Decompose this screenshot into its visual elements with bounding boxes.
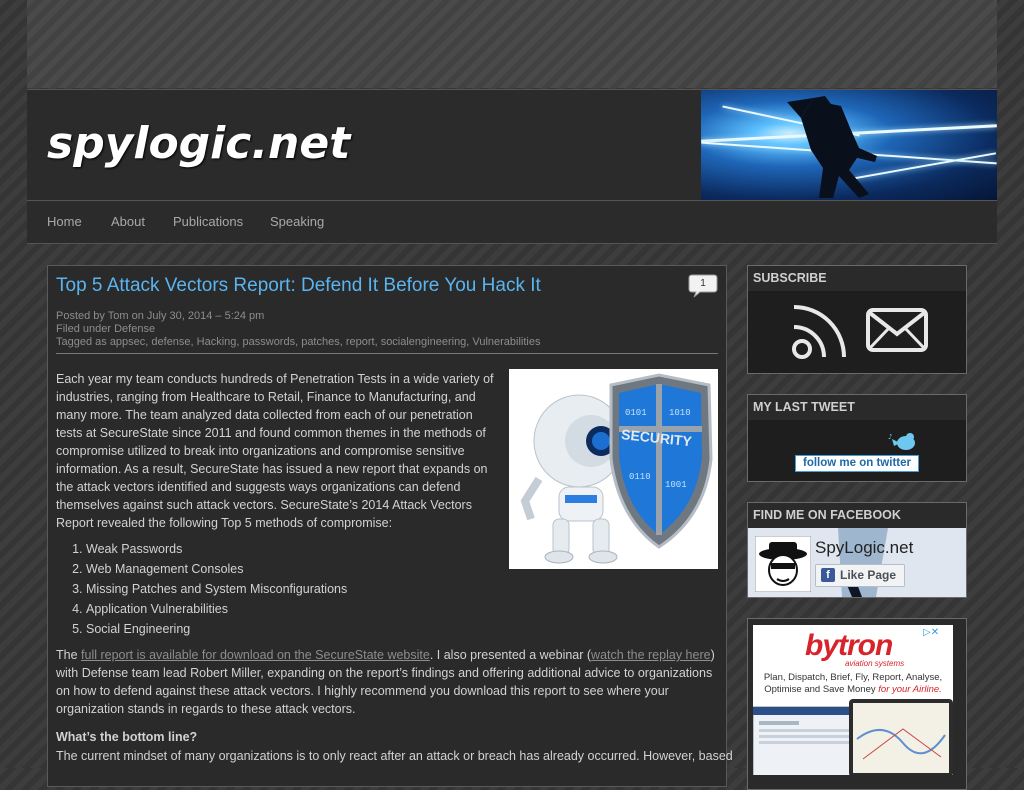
post-intro-paragraph: Each year my team conducts hundreds of P… bbox=[56, 372, 494, 530]
ad-brand-logo: bytron bbox=[805, 629, 893, 662]
nav-item-speaking[interactable]: Speaking bbox=[270, 214, 324, 229]
webinar-replay-link[interactable]: watch the replay here bbox=[591, 648, 711, 662]
list-item: Web Management Consoles bbox=[86, 559, 347, 579]
advertisement-widget: bytron aviation systems ▷✕ Plan, Dispatc… bbox=[747, 618, 967, 790]
site-logo[interactable]: spylogic.net bbox=[47, 118, 350, 169]
list-item: Missing Patches and System Misconfigurat… bbox=[86, 579, 347, 599]
robot-shield-illustration: SECURITY 0101 1010 0110 1001 bbox=[520, 373, 713, 564]
main-nav: Home About Publications Speaking bbox=[27, 201, 997, 244]
attack-vectors-list: Weak Passwords Web Management Consoles M… bbox=[56, 539, 347, 639]
avatar bbox=[755, 536, 811, 592]
widget-title: SUBSCRIBE bbox=[753, 271, 827, 285]
post-paragraph-bottom-line: The current mindset of many organization… bbox=[56, 749, 733, 763]
ad-text-line: Plan, Dispatch, Brief, Fly, Report, Anal… bbox=[763, 672, 943, 683]
post-tags: Tagged as appsec, defense, Hacking, pass… bbox=[56, 336, 541, 348]
spy-silhouette-icon bbox=[787, 96, 877, 198]
facebook-page-name[interactable]: SpyLogic.net bbox=[815, 538, 913, 558]
widget-title: FIND ME ON FACEBOOK bbox=[753, 508, 901, 522]
ad-brand-subtitle: aviation systems bbox=[845, 659, 905, 668]
facebook-page-box[interactable]: SpyLogic.net f Like Page bbox=[748, 528, 966, 597]
nav-item-home[interactable]: Home bbox=[47, 214, 82, 229]
last-tweet-widget: MY LAST TWEET ♪ follow me on twitter bbox=[747, 394, 967, 482]
post-category: Filed under Defense bbox=[56, 323, 156, 335]
email-icon[interactable] bbox=[866, 308, 928, 354]
like-button-label: Like Page bbox=[840, 568, 897, 582]
nav-item-publications[interactable]: Publications bbox=[173, 214, 243, 229]
facebook-widget: FIND ME ON FACEBOOK SpyLogic.net f Like … bbox=[747, 502, 967, 598]
post-title[interactable]: Top 5 Attack Vectors Report: Defend It B… bbox=[56, 275, 541, 297]
bytron-ad[interactable]: bytron aviation systems ▷✕ Plan, Dispatc… bbox=[753, 625, 953, 775]
list-item: Weak Passwords bbox=[86, 539, 347, 559]
subscribe-widget: SUBSCRIBE bbox=[747, 265, 967, 374]
svg-text:0110: 0110 bbox=[629, 472, 651, 482]
comment-count: 1 bbox=[700, 278, 706, 289]
facebook-icon: f bbox=[821, 568, 835, 582]
header-banner-image bbox=[701, 90, 997, 200]
top-band bbox=[27, 0, 997, 88]
ad-choices-icon[interactable]: ▷✕ bbox=[923, 627, 939, 638]
security-robot-image: SECURITY 0101 1010 0110 1001 bbox=[509, 369, 718, 569]
rss-icon[interactable] bbox=[790, 301, 850, 361]
nav-item-about[interactable]: About bbox=[111, 214, 145, 229]
section-heading: What’s the bottom line? bbox=[56, 730, 198, 744]
list-item: Social Engineering bbox=[86, 619, 347, 639]
ad-software-screenshot bbox=[753, 699, 953, 775]
facebook-like-button[interactable]: f Like Page bbox=[815, 564, 905, 587]
blog-post: Top 5 Attack Vectors Report: Defend It B… bbox=[47, 265, 733, 787]
comment-count-bubble[interactable]: 1 bbox=[688, 274, 718, 298]
svg-text:1010: 1010 bbox=[669, 408, 691, 418]
report-download-link[interactable]: full report is available for download on… bbox=[81, 648, 430, 662]
svg-text:♪: ♪ bbox=[888, 433, 892, 441]
page-wrapper: spylogic.net Home About Publications Spe… bbox=[27, 0, 997, 790]
site-header: spylogic.net bbox=[27, 89, 997, 201]
twitter-bird-icon: ♪ bbox=[888, 433, 915, 450]
ad-text-line: Optimise and Save Money for your Airline… bbox=[764, 684, 942, 695]
post-byline: Posted by Tom on July 30, 2014 – 5:24 pm bbox=[56, 310, 265, 322]
post-paragraph-report: The full report is available for downloa… bbox=[56, 648, 715, 716]
divider bbox=[56, 353, 718, 354]
widget-title: MY LAST TWEET bbox=[753, 400, 855, 414]
svg-text:0101: 0101 bbox=[625, 408, 647, 418]
follow-twitter-button[interactable]: follow me on twitter bbox=[795, 455, 919, 472]
svg-text:1001: 1001 bbox=[665, 480, 687, 490]
list-item: Application Vulnerabilities bbox=[86, 599, 347, 619]
